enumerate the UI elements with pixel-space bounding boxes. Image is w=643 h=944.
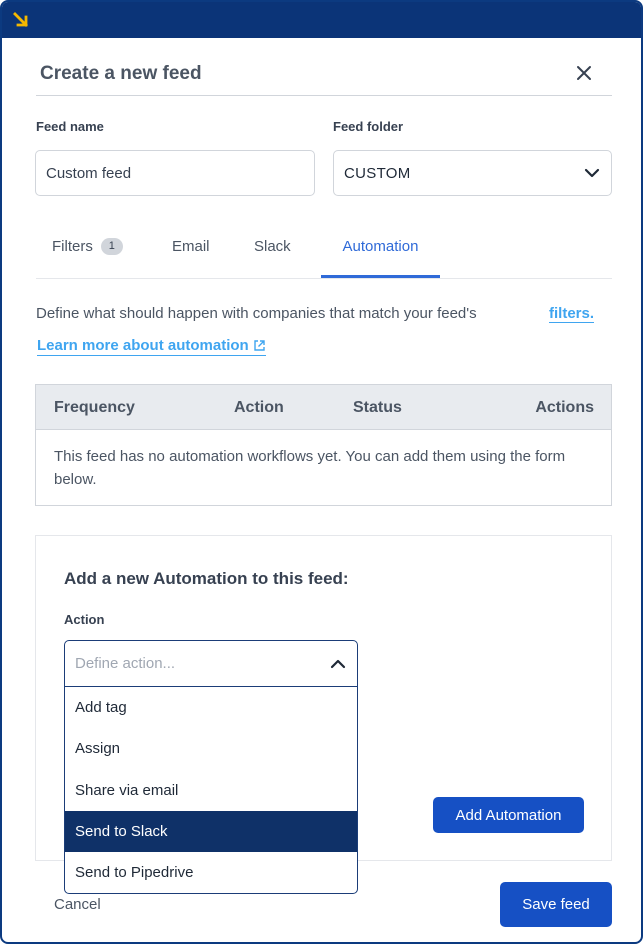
modal-title: Create a new feed bbox=[40, 63, 202, 84]
automation-table: Frequency Action Status Actions This fee… bbox=[35, 384, 612, 506]
option-send-to-pipedrive[interactable]: Send to Pipedrive bbox=[65, 852, 357, 893]
cancel-button[interactable]: Cancel bbox=[54, 896, 101, 913]
action-select[interactable]: Define action... bbox=[65, 641, 357, 687]
action-dropdown[interactable]: Define action... Add tag Assign Share vi… bbox=[64, 640, 358, 895]
feed-folder-select[interactable]: CUSTOM bbox=[333, 150, 612, 196]
arrow-down-right-icon bbox=[13, 12, 28, 27]
filters-link[interactable]: filters. bbox=[549, 305, 595, 323]
column-header-frequency: Frequency bbox=[54, 399, 135, 416]
option-assign[interactable]: Assign bbox=[65, 728, 357, 769]
feed-folder-label: Feed folder bbox=[333, 119, 404, 134]
learn-more-link[interactable]: Learn more about automation bbox=[37, 337, 266, 356]
filters-count-badge: 1 bbox=[100, 238, 123, 255]
tab-slack-label: Slack bbox=[254, 238, 291, 255]
option-send-to-slack[interactable]: Send to Slack bbox=[65, 810, 357, 853]
tab-filters[interactable]: Filters 1 bbox=[52, 234, 123, 279]
external-link-icon bbox=[253, 340, 265, 351]
column-header-actions: Actions bbox=[535, 399, 594, 416]
learn-more-label: Learn more about automation bbox=[37, 337, 249, 354]
action-label: Action bbox=[64, 612, 105, 627]
column-header-action: Action bbox=[234, 399, 284, 416]
option-share-via-email[interactable]: Share via email bbox=[65, 770, 357, 811]
action-placeholder: Define action... bbox=[75, 655, 176, 672]
add-automation-title: Add a new Automation to this feed: bbox=[64, 569, 349, 588]
app-window: Create a new feed Feed name Feed folder … bbox=[0, 0, 643, 944]
feed-name-input[interactable] bbox=[35, 150, 315, 196]
option-add-tag[interactable]: Add tag bbox=[65, 687, 357, 728]
close-icon bbox=[577, 66, 591, 80]
tab-filters-label: Filters bbox=[52, 238, 93, 255]
chevron-up-icon bbox=[330, 659, 346, 668]
save-feed-button[interactable]: Save feed bbox=[500, 882, 612, 927]
chevron-down-icon bbox=[584, 168, 600, 178]
feed-name-label: Feed name bbox=[36, 119, 104, 134]
tab-email-label: Email bbox=[172, 238, 210, 255]
top-bar bbox=[2, 2, 641, 38]
tab-bar: Filters 1 Email Slack Automation bbox=[36, 234, 612, 279]
automation-description: Define what should happen with companies… bbox=[36, 305, 477, 322]
add-automation-button[interactable]: Add Automation bbox=[433, 797, 584, 833]
tab-email[interactable]: Email bbox=[172, 234, 210, 279]
feed-folder-value: CUSTOM bbox=[344, 164, 411, 182]
table-header: Frequency Action Status Actions bbox=[36, 385, 611, 430]
tab-slack[interactable]: Slack bbox=[254, 234, 291, 279]
table-empty-message: This feed has no automation workflows ye… bbox=[54, 448, 566, 488]
column-header-status: Status bbox=[353, 399, 402, 416]
title-divider bbox=[36, 95, 612, 96]
tab-automation[interactable]: Automation bbox=[321, 234, 440, 278]
close-button[interactable] bbox=[572, 61, 596, 85]
tab-automation-label: Automation bbox=[342, 238, 419, 255]
